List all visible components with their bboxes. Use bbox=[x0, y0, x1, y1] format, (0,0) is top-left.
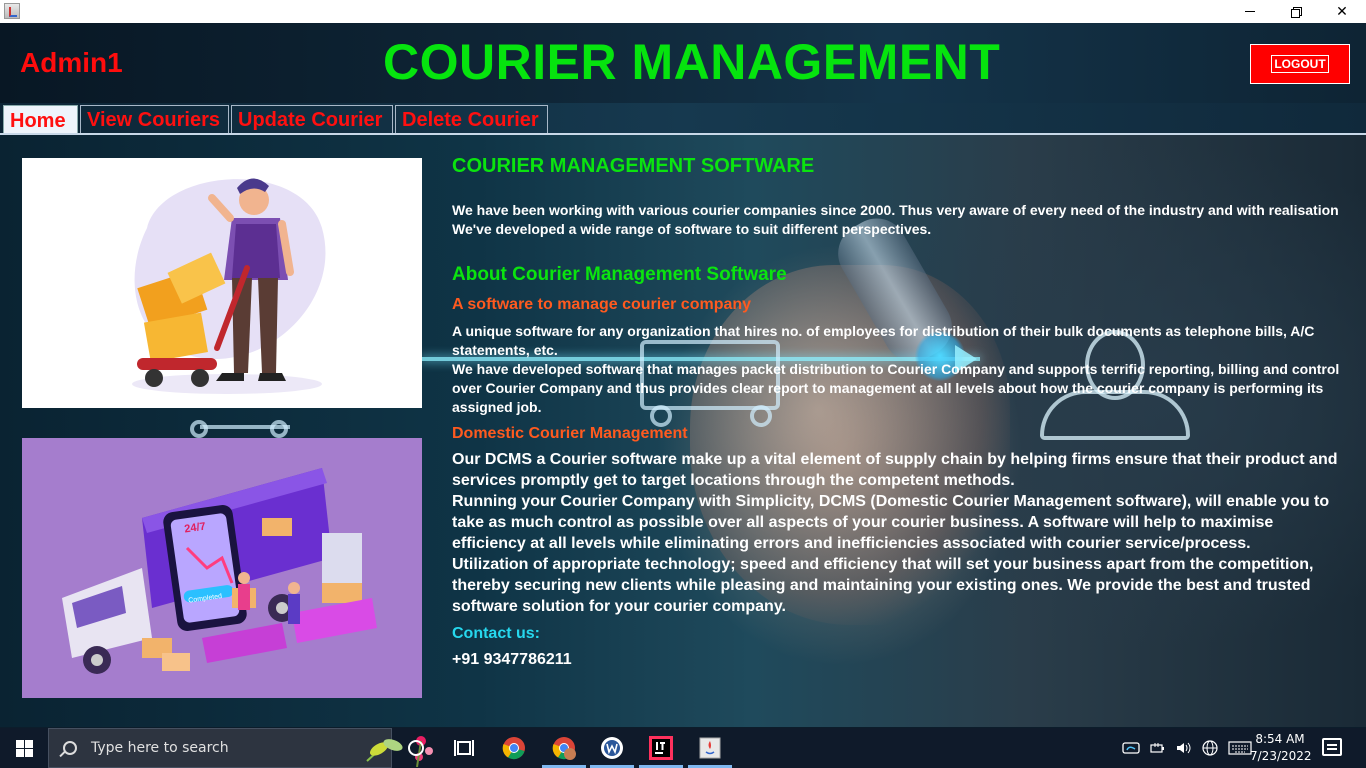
clock-time: 8:54 AM bbox=[1255, 732, 1305, 746]
intro-paragraph: We have been working with various courie… bbox=[452, 202, 1339, 237]
chrome-profile-taskbar-button[interactable] bbox=[542, 734, 586, 768]
manage-subheading: A software to manage courier company bbox=[452, 296, 752, 313]
task-view-icon bbox=[454, 740, 474, 756]
chrome-profile-icon bbox=[552, 737, 576, 760]
contact-phone: +91 9347786211 bbox=[452, 651, 572, 668]
contact-label: Contact us: bbox=[452, 625, 540, 642]
windows-taskbar: Type here to search 8:54 AM 7/23/2022 bbox=[0, 728, 1366, 768]
task-view-button[interactable] bbox=[450, 734, 478, 762]
java-icon bbox=[699, 737, 721, 759]
volume-icon[interactable] bbox=[1176, 741, 1192, 755]
background-cart-icon bbox=[190, 420, 300, 440]
word-taskbar-button[interactable] bbox=[590, 734, 634, 768]
battery-icon[interactable] bbox=[1150, 741, 1168, 755]
simplicity-paragraph: Running your Courier Company with Simpli… bbox=[452, 493, 1330, 552]
home-text-content: COURIER MANAGEMENT SOFTWARE We have been… bbox=[452, 155, 1347, 670]
home-panel: 24/7 Completed COURIER MANAGEMENT SOFTWA… bbox=[0, 135, 1366, 727]
app-title: COURIER MANAGEMENT bbox=[383, 34, 1001, 90]
dcms-paragraph: Our DCMS a Courier software make up a vi… bbox=[452, 451, 1338, 489]
tab-update-courier[interactable]: Update Courier bbox=[231, 105, 393, 135]
start-button[interactable] bbox=[0, 728, 48, 768]
app-header: Admin1 COURIER MANAGEMENT LOGOUT bbox=[0, 23, 1366, 103]
tab-home[interactable]: Home bbox=[3, 105, 78, 136]
delivery-man-illustration bbox=[22, 158, 422, 408]
system-tray bbox=[1122, 728, 1252, 768]
cortana-icon bbox=[408, 740, 424, 756]
intellij-icon bbox=[649, 736, 673, 760]
tab-delete-courier[interactable]: Delete Courier bbox=[395, 105, 548, 135]
delivery-man-image bbox=[132, 178, 326, 394]
windows-logo-icon bbox=[15, 739, 33, 757]
onedrive-icon[interactable] bbox=[1122, 741, 1140, 755]
search-icon bbox=[63, 741, 77, 755]
delivery-truck-illustration: 24/7 Completed bbox=[22, 438, 422, 698]
keyboard-icon[interactable] bbox=[1228, 741, 1252, 755]
software-heading: COURIER MANAGEMENT SOFTWARE bbox=[452, 155, 815, 177]
tab-view-couriers[interactable]: View Couriers bbox=[80, 105, 229, 135]
cortana-button[interactable] bbox=[402, 734, 430, 762]
domestic-subheading: Domestic Courier Management bbox=[452, 425, 688, 442]
unique-software-paragraph: A unique software for any organization t… bbox=[452, 323, 1315, 358]
taskbar-search-box[interactable]: Type here to search bbox=[48, 728, 433, 768]
about-heading: About Courier Management Software bbox=[452, 264, 787, 285]
chrome-icon bbox=[502, 737, 525, 760]
user-name-label: Admin1 bbox=[20, 47, 123, 78]
window-title-bar: ✕ bbox=[0, 0, 1366, 23]
logout-button[interactable]: LOGOUT bbox=[1250, 44, 1350, 84]
maximize-button[interactable] bbox=[1273, 0, 1319, 23]
globe-network-icon[interactable] bbox=[1202, 740, 1218, 756]
close-button[interactable]: ✕ bbox=[1319, 0, 1365, 23]
java-taskbar-button[interactable] bbox=[688, 734, 732, 768]
developed-software-paragraph: We have developed software that manages … bbox=[452, 361, 1340, 415]
taskbar-clock[interactable]: 8:54 AM 7/23/2022 bbox=[1250, 731, 1312, 765]
tab-bar: Home View Couriers Update Courier Delete… bbox=[0, 103, 1366, 136]
background-cart-wheel bbox=[270, 420, 288, 438]
intellij-taskbar-button[interactable] bbox=[639, 734, 683, 768]
wordpad-icon bbox=[601, 737, 623, 759]
logout-label: LOGOUT bbox=[1271, 55, 1329, 73]
minimize-button[interactable] bbox=[1227, 0, 1273, 23]
java-app-icon bbox=[4, 3, 20, 19]
restore-icon bbox=[1291, 6, 1302, 18]
chrome-taskbar-button[interactable] bbox=[500, 734, 528, 762]
background-cart-wheel bbox=[190, 420, 208, 438]
delivery-truck-image: 24/7 Completed bbox=[62, 468, 377, 674]
search-placeholder: Type here to search bbox=[91, 740, 229, 756]
technology-paragraph: Utilization of appropriate technology; s… bbox=[452, 556, 1314, 615]
notification-center-icon[interactable] bbox=[1322, 738, 1342, 756]
minimize-icon bbox=[1245, 11, 1255, 12]
clock-date: 7/23/2022 bbox=[1250, 749, 1312, 763]
